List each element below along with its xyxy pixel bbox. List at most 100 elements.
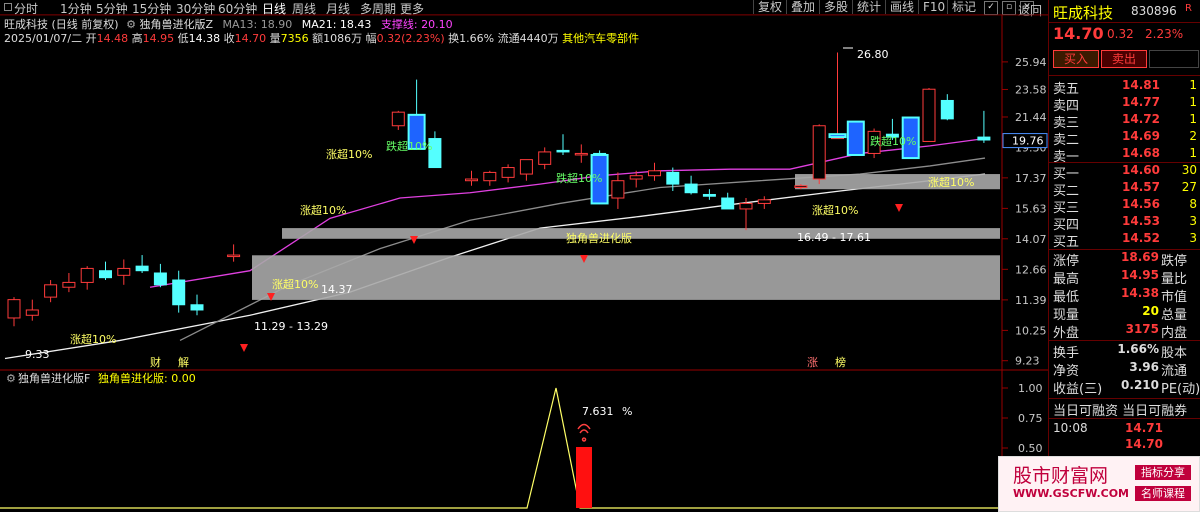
stats-grid: 涨停 18.69 跌停 最高 14.95 量比 最低 14.38 市值 现量 20 总量 外盘 3175 内…	[1049, 250, 1200, 341]
kline-chart[interactable]: 涨超10% 涨超10% 涨超10% 涨超10% 涨超10% 涨超10% 跌超10% 跌超10%…	[0, 0, 1048, 512]
price-axis-label: 9.23	[1015, 355, 1040, 368]
buy-arrow-icon	[240, 344, 248, 352]
price-axis-label: 17.37	[1015, 172, 1047, 185]
event-jie-label: 解	[178, 355, 189, 369]
stat-label-2: 量比	[1161, 272, 1188, 287]
range-label-1: 11.29 - 13.29	[254, 320, 328, 333]
price-axis-label: 14.07	[1015, 233, 1047, 246]
candle-body-up	[117, 267, 131, 276]
sell-button[interactable]: 卖出	[1101, 50, 1147, 68]
buy-button[interactable]: 买入	[1053, 50, 1099, 68]
stat2-value: 0.210	[1121, 378, 1159, 392]
candle-body-down	[190, 304, 204, 311]
bid-volume: 27	[1181, 180, 1197, 194]
sub-gear-icon: ⚙	[6, 372, 16, 385]
ask-row[interactable]: 卖四 14.77 1	[1049, 95, 1200, 114]
ask-row[interactable]: 卖二 14.69 2	[1049, 129, 1200, 148]
candle-body-up	[739, 202, 753, 210]
stat2-label-2: 流通	[1161, 364, 1188, 379]
candle-body-up	[611, 180, 625, 199]
price-axis-label: 25.94	[1015, 56, 1047, 69]
bid-row[interactable]: 买二 14.57 27	[1049, 180, 1200, 199]
price-axis-label: 15.63	[1015, 202, 1047, 215]
limit-up-label: 涨超10%	[812, 203, 858, 217]
signal-wifi-icon	[577, 423, 591, 442]
last-price: 14.70	[1053, 24, 1104, 43]
stat-label: 现量	[1053, 308, 1080, 323]
limit-up-label: 涨超10%	[272, 277, 318, 291]
stat2-label: 净资	[1053, 364, 1080, 379]
candle-body-up	[922, 88, 936, 142]
stat-label: 涨停	[1053, 254, 1080, 269]
candle-body-up	[794, 185, 808, 189]
candle-body-up	[80, 267, 94, 283]
price-axis-label: 23.58	[1015, 83, 1047, 96]
tick-price-1: 14.71	[1125, 421, 1163, 435]
stat2-value: 3.96	[1129, 360, 1159, 374]
price-axis-label: 11.39	[1015, 294, 1047, 307]
sub-value-label: 7.631	[582, 405, 614, 418]
candle-body-up	[483, 171, 497, 182]
sub-indicator-label: 独角兽进化版: 0.00	[98, 371, 196, 385]
candle-body-up	[391, 111, 405, 127]
candle-body-down	[702, 193, 716, 197]
bid-row[interactable]: 买一 14.60 30	[1049, 163, 1200, 182]
r-badge: R	[1185, 3, 1192, 14]
candle-body-down	[99, 270, 112, 279]
ask-volume: 1	[1189, 78, 1197, 92]
price-axis-label: 10.25	[1015, 324, 1047, 337]
signal-candle	[828, 133, 847, 139]
sub-pct-label: %	[622, 405, 632, 418]
ask-price: 14.81	[1122, 78, 1160, 92]
candle-body-up	[648, 170, 661, 177]
order-blank-button[interactable]	[1149, 50, 1199, 68]
bid-row[interactable]: 买三 14.56 8	[1049, 197, 1200, 216]
ask-price: 14.77	[1122, 95, 1160, 109]
bid-price: 14.52	[1122, 231, 1160, 245]
tag-indicator-share[interactable]: 指标分享	[1135, 465, 1191, 480]
sub-indicator-title: 独角兽进化版F	[18, 371, 90, 385]
candle-body-up	[519, 159, 533, 175]
candle-body-up	[574, 152, 588, 156]
ask-price: 14.68	[1122, 146, 1160, 160]
limit-up-label: 涨超10%	[326, 147, 372, 161]
ask-book: 卖五 14.81 1 卖四 14.77 1 卖三 14.72 1 卖二 14.69 2 卖一 14.68 1	[1049, 78, 1200, 165]
candle-body-down	[684, 183, 698, 194]
stat-value: 18.69	[1121, 250, 1159, 264]
watermark-title: 股市财富网	[1013, 465, 1109, 487]
bid-row[interactable]: 买五 14.52 3	[1049, 231, 1200, 250]
price-axis-label: 21.44	[1015, 111, 1047, 124]
limit-down-label: 跌超10%	[556, 171, 602, 185]
ask-volume: 1	[1189, 146, 1197, 160]
event-cai-label: 财	[150, 355, 161, 369]
indicator-name-label: 独角兽进化版	[566, 231, 632, 245]
ask-volume: 2	[1189, 129, 1197, 143]
limit-up-label: 涨超10%	[300, 203, 346, 217]
signal-candle	[846, 120, 865, 156]
stat-label-2: 市值	[1161, 290, 1188, 305]
bid-row[interactable]: 买四 14.53 3	[1049, 214, 1200, 233]
limit-up-label: 涨超10%	[70, 332, 116, 346]
bid-price: 14.53	[1122, 214, 1160, 228]
candle-body-down	[666, 171, 680, 185]
stat2-label: 换手	[1053, 346, 1080, 361]
bid-volume: 8	[1189, 197, 1197, 211]
stat-label-2: 内盘	[1161, 326, 1188, 341]
candle-body-up	[62, 281, 76, 288]
ask-row[interactable]: 卖三 14.72 1	[1049, 112, 1200, 131]
support-band	[252, 255, 1000, 300]
range-top-label: 14.37	[321, 283, 353, 296]
margin-info: 当日可融资 当日可融券	[1053, 404, 1188, 419]
event-zhang-label: 涨	[807, 356, 818, 369]
stat-label: 最低	[1053, 290, 1080, 305]
stat-label-2: 跌停	[1161, 254, 1188, 269]
bid-price: 14.60	[1122, 163, 1160, 177]
range-label-2: 16.49 - 17.61	[797, 231, 871, 244]
candle-body-down	[556, 149, 570, 153]
ask-row[interactable]: 卖一 14.68 1	[1049, 146, 1200, 165]
price-axis-label: 12.66	[1015, 263, 1047, 276]
stat-label-2: 总量	[1161, 308, 1188, 323]
tag-teacher-course[interactable]: 名师课程	[1135, 486, 1191, 501]
ask-row[interactable]: 卖五 14.81 1	[1049, 78, 1200, 97]
candle-body-up	[629, 175, 643, 180]
